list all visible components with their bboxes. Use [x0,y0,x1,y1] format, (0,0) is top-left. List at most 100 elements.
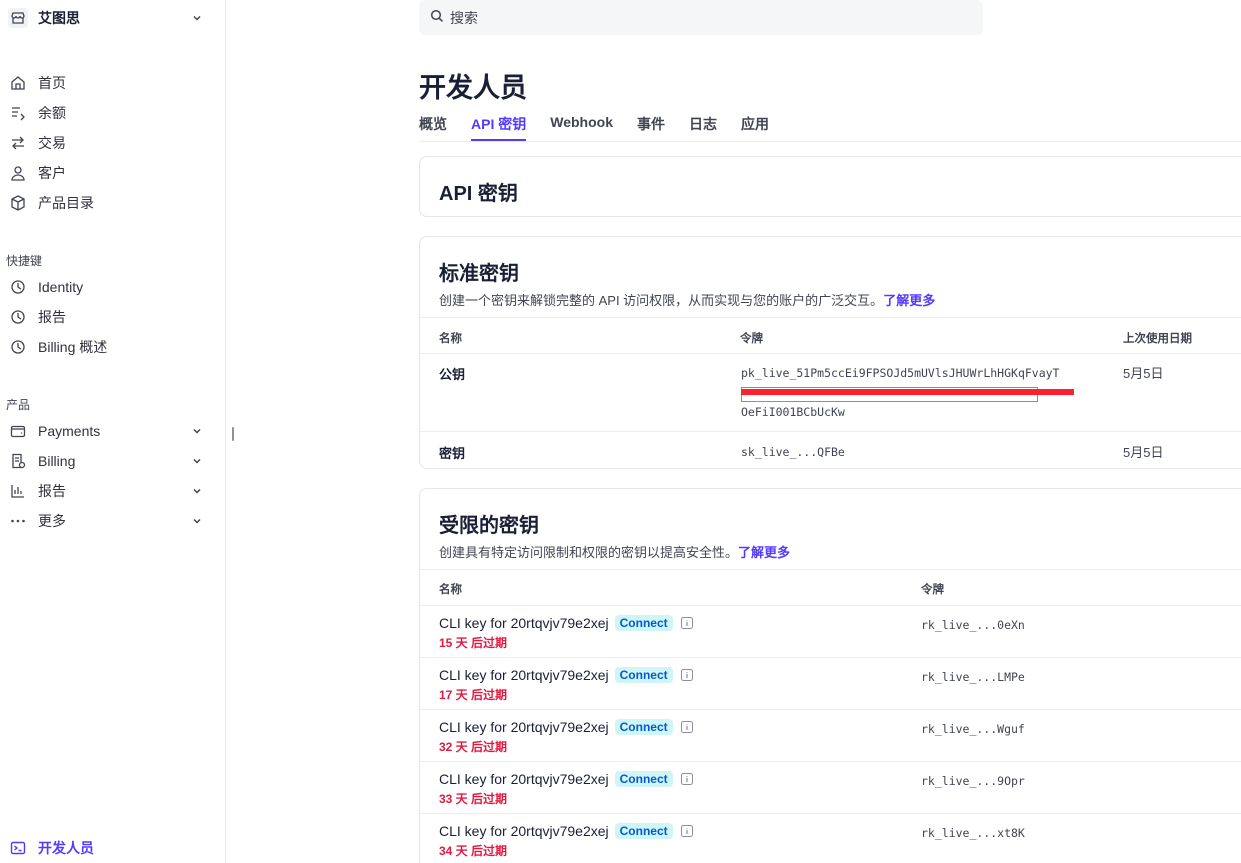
restricted-key-token[interactable]: rk_live_...0eXn [921,618,1025,632]
sidebar-item-balance[interactable]: 余额 [8,100,208,126]
sidebar-item-reports-shortcut[interactable]: 报告 [8,304,208,330]
sidebar-item-customers[interactable]: 客户 [8,160,208,186]
column-header-name: 名称 [439,584,462,596]
standard-keys-card: 标准密钥 创建一个密钥来解锁完整的 API 访问权限，从而实现与您的账户的广泛交… [419,236,1241,469]
table-divider [420,761,1241,762]
sidebar-item-label: 交易 [38,135,66,151]
terminal-icon [8,838,28,858]
tab-bar: 概览 API 密钥 Webhook 事件 日志 应用 [419,112,793,142]
account-switcher[interactable]: 艾图思 [8,6,208,30]
sidebar-item-more[interactable]: 更多 [8,508,208,534]
tab-api-keys[interactable]: API 密钥 [471,112,527,141]
page-title: 开发人员 [419,73,527,103]
sidebar-item-label: 余额 [38,105,66,121]
info-icon[interactable] [680,721,693,733]
tab-webhook[interactable]: Webhook [550,112,613,141]
expiry-text: 17 天 后过期 [439,688,508,702]
more-icon [8,511,28,531]
restricted-keys-subtitle: 创建具有特定访问限制和权限的密钥以提高安全性。了解更多 [439,542,790,561]
connect-badge: Connect [614,771,673,787]
info-icon[interactable] [680,773,693,785]
sidebar-item-label: 客户 [38,165,66,181]
connect-badge: Connect [614,615,673,631]
tab-events[interactable]: 事件 [637,112,665,141]
restricted-key-token[interactable]: rk_live_...Wguf [921,722,1025,736]
sidebar-item-products[interactable]: 产品目录 [8,190,208,216]
chevron-down-icon [192,423,202,439]
sidebar-item-label: Identity [38,279,84,295]
clock-icon [8,337,28,357]
billing-icon [8,451,28,471]
sidebar-item-identity[interactable]: Identity [8,274,208,300]
product-icon [8,193,28,213]
connect-badge: Connect [614,823,673,839]
sidebar-item-label: 首页 [38,75,66,91]
table-divider [420,813,1241,814]
store-icon [8,8,28,28]
shortcuts-section-title: 快捷键 [6,254,43,268]
table-divider [420,657,1241,658]
restricted-key-name: CLI key for 20rtqvjv79e2xej [439,719,609,735]
sidebar-item-home[interactable]: 首页 [8,70,208,96]
last-used-date: 5月5日 [1123,445,1164,460]
table-divider [420,605,1241,606]
sidebar-item-reports[interactable]: 报告 [8,478,208,504]
expiry-text: 32 天 后过期 [439,740,508,754]
wallet-icon [8,421,28,441]
sidebar-item-label: 开发人员 [38,840,94,856]
secret-key-token[interactable]: sk_live_...QFBe [741,445,845,459]
clock-icon [8,277,28,297]
sidebar-resize-handle[interactable] [232,427,234,441]
key-name: 密钥 [439,446,466,461]
search-input[interactable]: 搜索 [419,0,983,35]
sidebar: 艾图思 首页 余额 交易 客户 产品目录 快捷键 Identity 报告 Bil… [0,0,226,863]
restricted-keys-card: 受限的密钥 创建具有特定访问限制和权限的密钥以提高安全性。了解更多 名称 令牌 … [419,488,1241,863]
redaction-mark [741,389,1074,395]
products-section-title: 产品 [6,398,31,412]
restricted-key-token[interactable]: rk_live_...9Opr [921,774,1025,788]
restricted-key-token[interactable]: rk_live_...LMPe [921,670,1025,684]
tab-logs[interactable]: 日志 [689,112,717,141]
sidebar-item-billing-overview[interactable]: Billing 概述 [8,334,208,360]
publishable-key-token-end[interactable]: OeFiI001BCbUcKw [741,405,845,419]
sidebar-item-label: 报告 [38,309,66,325]
sidebar-item-transactions[interactable]: 交易 [8,130,208,156]
restricted-keys-title: 受限的密钥 [439,515,539,537]
sidebar-item-label: 报告 [38,483,66,499]
connect-badge: Connect [614,719,673,735]
expiry-text: 15 天 后过期 [439,636,508,650]
table-divider [420,353,1241,354]
publishable-key-token[interactable]: pk_live_51Pm5ccEi9FPSOJd5mUVlsJHUWrLhHGK… [741,366,1060,380]
sidebar-item-label: 产品目录 [38,195,94,211]
home-icon [8,73,28,93]
info-icon[interactable] [680,669,693,681]
search-placeholder: 搜索 [450,9,478,26]
sidebar-item-label: Billing 概述 [38,339,108,355]
sidebar-item-label: Billing [38,453,76,469]
table-divider [420,317,1241,318]
column-header-name: 名称 [439,333,462,345]
column-header-token: 令牌 [740,333,763,345]
tab-apps[interactable]: 应用 [741,112,769,141]
sidebar-item-billing[interactable]: Billing [8,448,208,474]
restricted-key-name: CLI key for 20rtqvjv79e2xej [439,667,609,683]
sidebar-item-label: 更多 [38,513,66,529]
learn-more-link[interactable]: 了解更多 [883,293,935,308]
info-icon[interactable] [680,617,693,629]
transactions-icon [8,133,28,153]
table-divider [420,569,1241,570]
learn-more-link[interactable]: 了解更多 [738,545,790,560]
account-name: 艾图思 [38,10,80,26]
restricted-key-token[interactable]: rk_live_...xt8K [921,826,1025,840]
api-keys-header-card: API 密钥 [419,156,1241,217]
sidebar-item-label: Payments [38,423,101,439]
customer-icon [8,163,28,183]
standard-keys-subtitle: 创建一个密钥来解锁完整的 API 访问权限，从而实现与您的账户的广泛交互。了解更… [439,290,935,309]
expiry-text: 34 天 后过期 [439,844,508,858]
search-icon [430,9,444,26]
chevron-down-icon [192,10,202,26]
sidebar-item-payments[interactable]: Payments [8,418,208,444]
tab-overview[interactable]: 概览 [419,112,447,141]
info-icon[interactable] [680,825,693,837]
sidebar-item-developers[interactable]: 开发人员 [8,835,208,861]
